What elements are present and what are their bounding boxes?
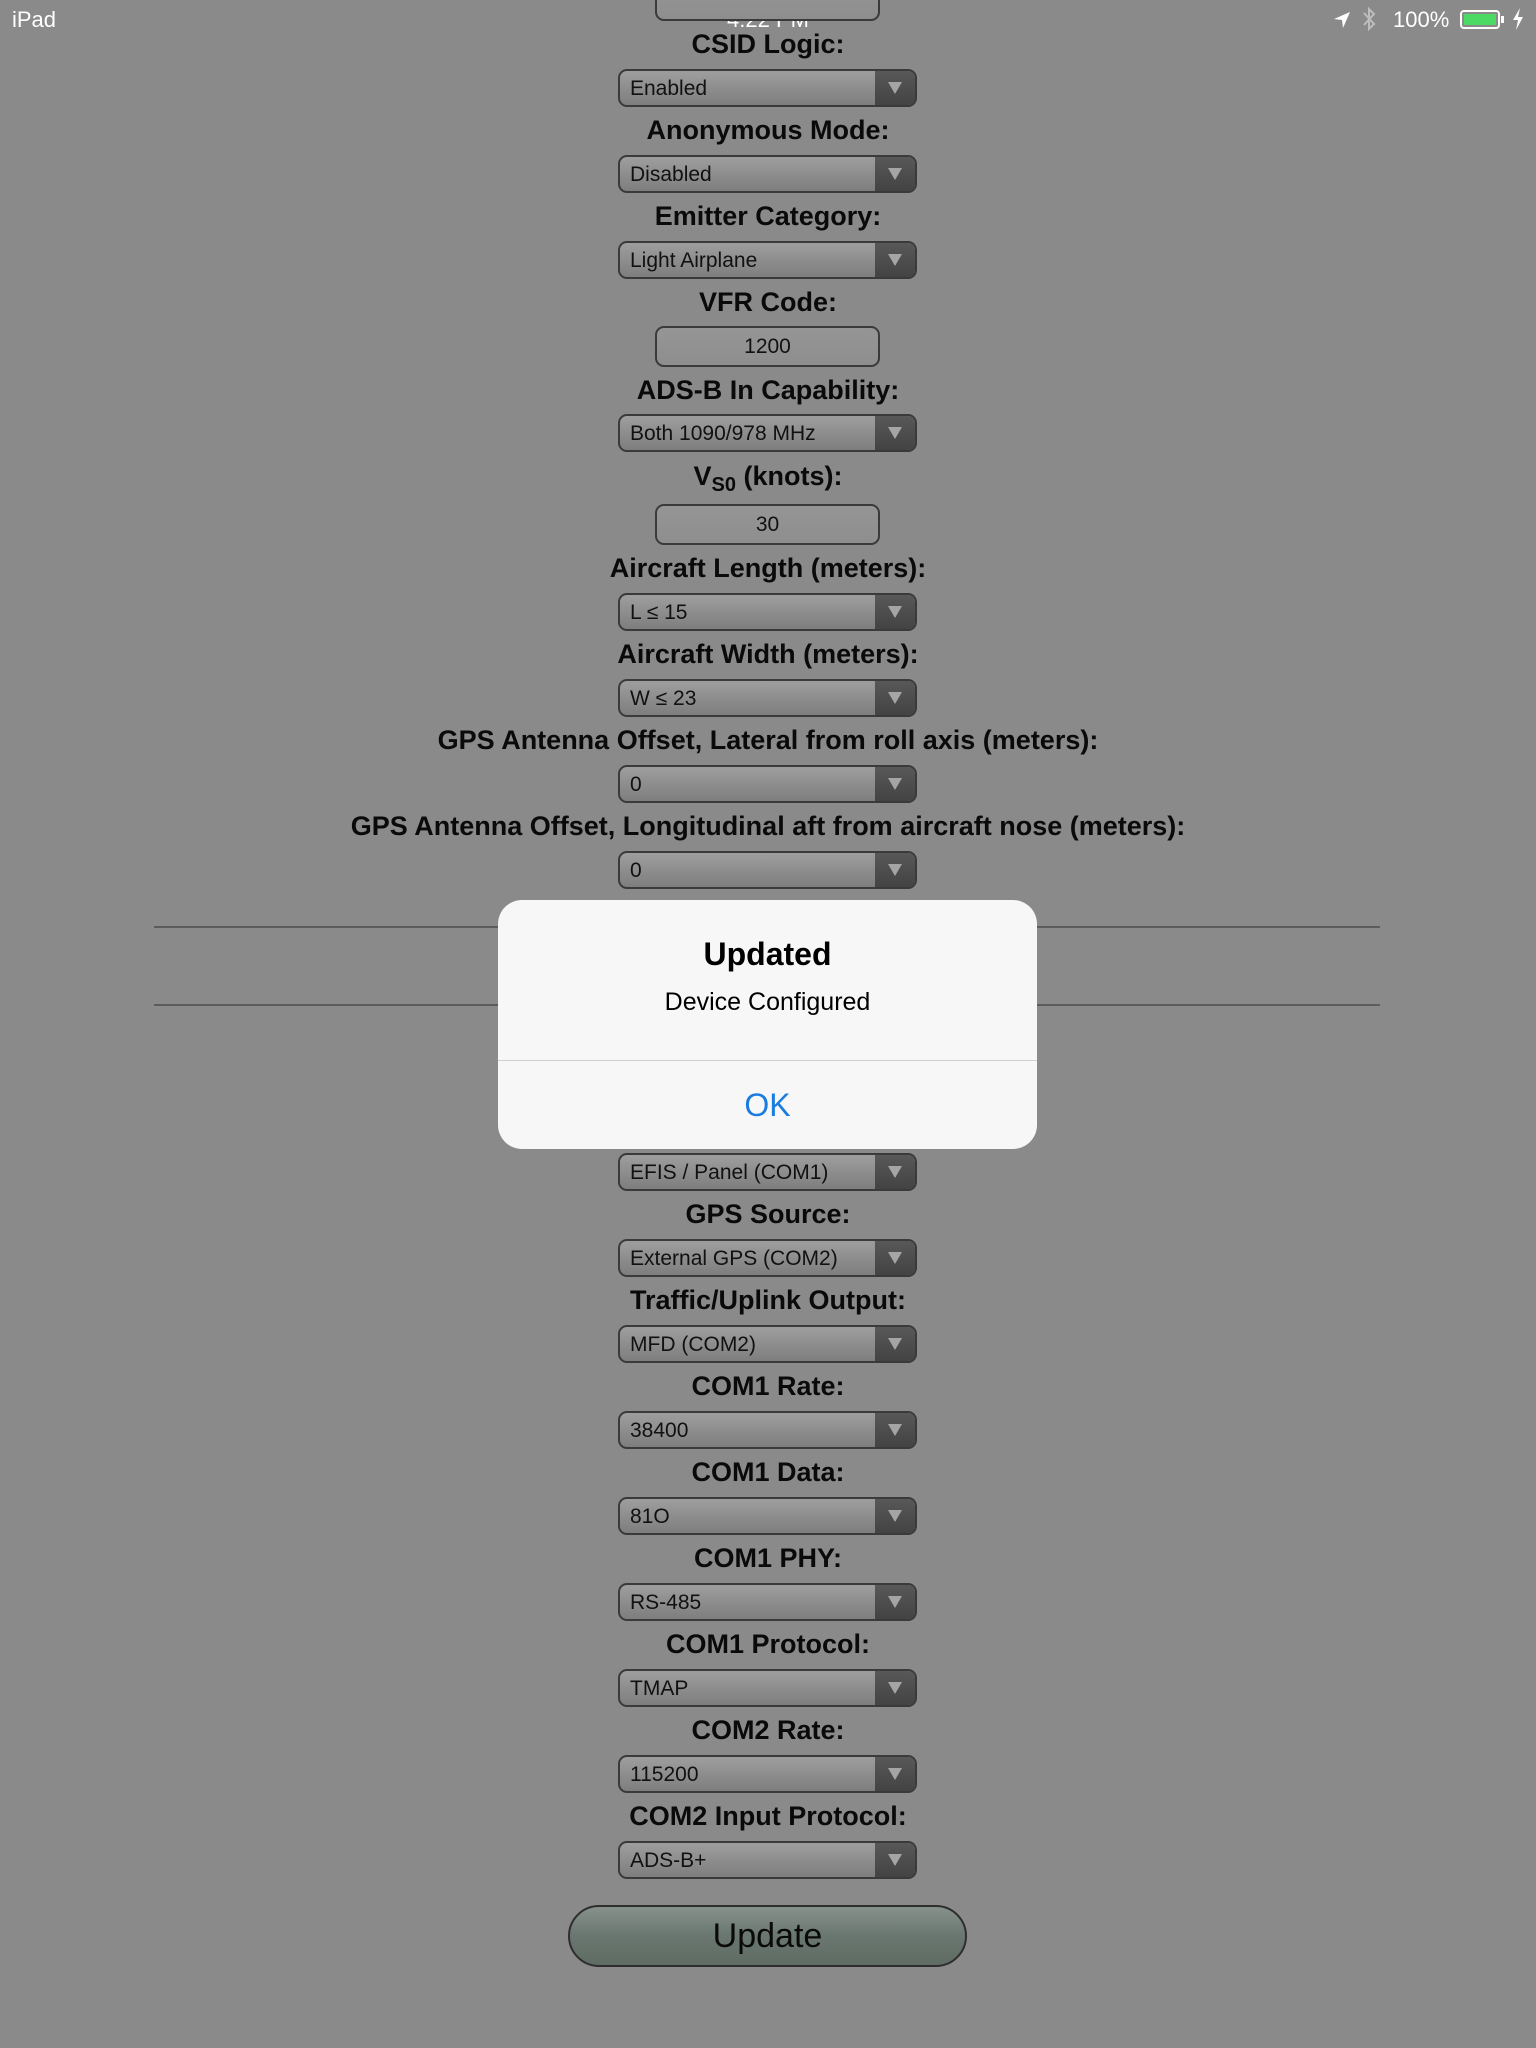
alert-dialog: Updated Device Configured OK: [498, 900, 1037, 1149]
com1-protocol-label: COM1 Protocol:: [665, 1629, 870, 1659]
com2-rate-value: 115200: [630, 1763, 699, 1786]
com1-protocol-select[interactable]: TMAP: [618, 1669, 917, 1707]
com1-rate-value: 38400: [630, 1419, 689, 1442]
aircraft-length-value: L ≤ 15: [630, 601, 688, 624]
aircraft-length-select[interactable]: L ≤ 15: [618, 593, 917, 631]
chevron-down-icon: [875, 1499, 915, 1533]
aircraft-width-value: W ≤ 23: [630, 687, 697, 710]
anonymous-mode-select[interactable]: Disabled: [618, 155, 917, 193]
csid-logic-select[interactable]: Enabled: [618, 69, 917, 107]
emitter-category-label: Emitter Category:: [654, 201, 882, 231]
anonymous-mode-value: Disabled: [630, 163, 712, 186]
traffic-uplink-output-label: Traffic/Uplink Output:: [630, 1285, 906, 1315]
chevron-down-icon: [875, 157, 915, 191]
gps-source-label: GPS Source:: [685, 1199, 851, 1229]
aircraft-length-label: Aircraft Length (meters):: [609, 553, 927, 583]
com1-phy-select[interactable]: RS-485: [618, 1583, 917, 1621]
chevron-down-icon: [875, 853, 915, 887]
chevron-down-icon: [875, 1671, 915, 1705]
gps-offset-lateral-value: 0: [630, 773, 642, 796]
ok-button[interactable]: OK: [498, 1061, 1037, 1149]
efis-output-select[interactable]: EFIS / Panel (COM1): [618, 1153, 917, 1191]
csid-logic-label: CSID Logic:: [691, 29, 845, 59]
adsb-in-capability-label: ADS-B In Capability:: [636, 375, 900, 405]
chevron-down-icon: [875, 1843, 915, 1877]
com1-phy-value: RS-485: [630, 1591, 702, 1614]
chevron-down-icon: [875, 595, 915, 629]
update-button[interactable]: Update: [568, 1905, 967, 1967]
battery-level: [1464, 14, 1496, 25]
chevron-down-icon: [875, 767, 915, 801]
battery-icon: [1460, 10, 1500, 29]
chevron-down-icon: [875, 1155, 915, 1189]
com1-rate-label: COM1 Rate:: [691, 1371, 845, 1401]
vso-label: VS0 (knots):: [0, 460, 1536, 501]
chevron-down-icon: [875, 1241, 915, 1275]
traffic-uplink-output-value: MFD (COM2): [630, 1333, 756, 1356]
com1-rate-select[interactable]: 38400: [618, 1411, 917, 1449]
chevron-down-icon: [875, 71, 915, 105]
adsb-in-capability-value: Both 1090/978 MHz: [630, 422, 816, 445]
com2-input-protocol-label: COM2 Input Protocol:: [629, 1801, 907, 1831]
com1-data-label: COM1 Data:: [691, 1457, 845, 1487]
csid-logic-value: Enabled: [630, 77, 708, 100]
chevron-down-icon: [875, 1757, 915, 1791]
battery-tip: [1501, 16, 1504, 23]
traffic-uplink-output-select[interactable]: MFD (COM2): [618, 1325, 917, 1363]
vso-label-main: V: [693, 461, 712, 491]
alert-message: Device Configured: [664, 988, 871, 1016]
gps-offset-longitudinal-value: 0: [630, 859, 642, 882]
com2-input-protocol-select[interactable]: ADS-B+: [618, 1841, 917, 1879]
vso-label-rest: (knots):: [736, 461, 843, 491]
chevron-down-icon: [875, 681, 915, 715]
aircraft-width-select[interactable]: W ≤ 23: [618, 679, 917, 717]
vfr-code-input[interactable]: 1200: [655, 326, 880, 367]
com1-data-value: 81O: [630, 1505, 670, 1528]
alert-title: Updated: [703, 936, 832, 972]
vfr-code-label: VFR Code:: [699, 287, 837, 317]
chevron-down-icon: [875, 1413, 915, 1447]
top-partial-input[interactable]: [655, 0, 880, 21]
adsb-in-capability-select[interactable]: Both 1090/978 MHz: [618, 414, 917, 452]
com2-input-protocol-value: ADS-B+: [630, 1849, 707, 1872]
aircraft-width-label: Aircraft Width (meters):: [617, 639, 919, 669]
gps-offset-longitudinal-select[interactable]: 0: [618, 851, 917, 889]
efis-output-value: EFIS / Panel (COM1): [630, 1161, 829, 1184]
emitter-category-value: Light Airplane: [630, 249, 758, 272]
vso-label-sub: S0: [711, 474, 736, 496]
com2-rate-select[interactable]: 115200: [618, 1755, 917, 1793]
emitter-category-select[interactable]: Light Airplane: [618, 241, 917, 279]
vso-input[interactable]: 30: [655, 504, 880, 545]
chevron-down-icon: [875, 1585, 915, 1619]
anonymous-mode-label: Anonymous Mode:: [646, 115, 890, 145]
com1-phy-label: COM1 PHY:: [693, 1543, 842, 1573]
gps-source-value: External GPS (COM2): [630, 1247, 838, 1270]
com1-data-select[interactable]: 81O: [618, 1497, 917, 1535]
gps-offset-lateral-label: GPS Antenna Offset, Lateral from roll ax…: [437, 725, 1099, 755]
gps-offset-lateral-select[interactable]: 0: [618, 765, 917, 803]
chevron-down-icon: [875, 1327, 915, 1361]
com2-rate-label: COM2 Rate:: [691, 1715, 845, 1745]
chevron-down-icon: [875, 416, 915, 450]
gps-offset-longitudinal-label: GPS Antenna Offset, Longitudinal aft fro…: [350, 811, 1186, 841]
chevron-down-icon: [875, 243, 915, 277]
gps-source-select[interactable]: External GPS (COM2): [618, 1239, 917, 1277]
com1-protocol-value: TMAP: [630, 1677, 689, 1700]
